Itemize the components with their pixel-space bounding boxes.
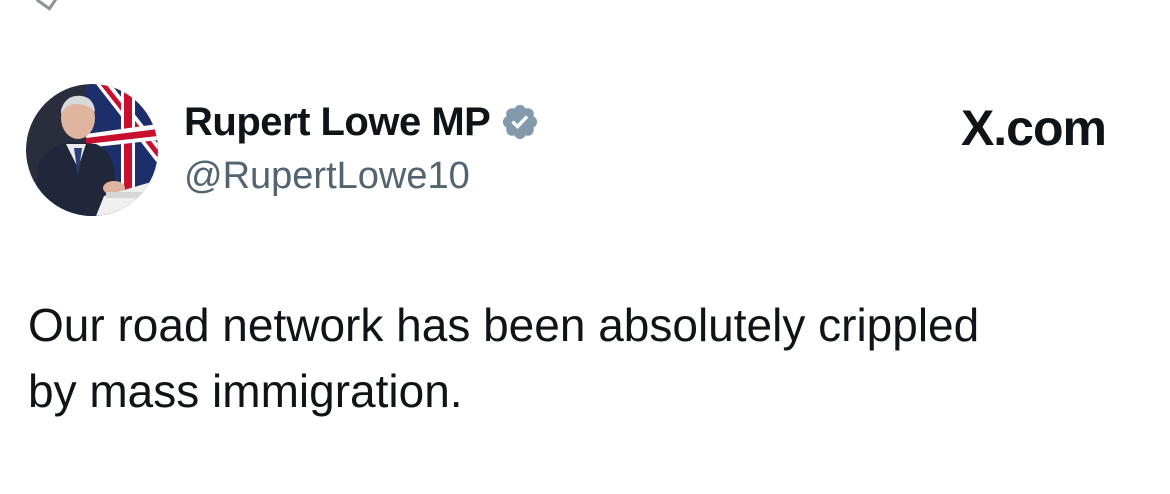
author-info: Rupert Lowe MP @RupertLowe10 (184, 98, 540, 200)
tweet-text-line-2: by mass immigration. (28, 365, 463, 417)
author-handle[interactable]: @RupertLowe10 (184, 152, 540, 200)
back-chevron-icon (35, 0, 58, 11)
name-row: Rupert Lowe MP (184, 98, 540, 146)
tweet-text-line-1: Our road network has been absolutely cri… (28, 299, 980, 351)
tweet-header: Rupert Lowe MP @RupertLowe10 X.com (26, 84, 1126, 220)
tweet-text: Our road network has been absolutely cri… (28, 292, 1128, 424)
brand-label: X.com (960, 100, 1107, 156)
display-name[interactable]: Rupert Lowe MP (184, 98, 491, 146)
verified-badge-icon (500, 102, 540, 142)
avatar[interactable] (26, 84, 158, 216)
avatar-photo (26, 84, 158, 216)
